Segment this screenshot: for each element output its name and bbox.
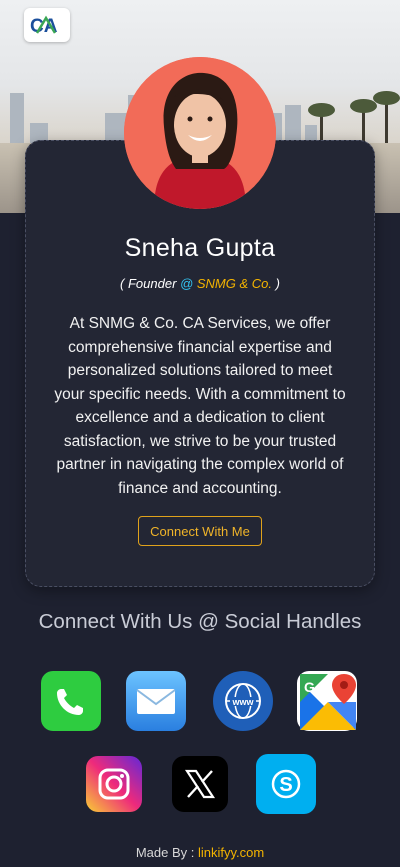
website-icon: www [225, 683, 261, 719]
role-company: SNMG & Co. [193, 276, 272, 291]
profile-bio: At SNMG & Co. CA Services, we offer comp… [54, 315, 346, 497]
profile-photo [124, 57, 276, 209]
profile-name: Sneha Gupta [124, 234, 276, 262]
maps-button[interactable]: G [297, 671, 357, 731]
mail-button[interactable] [126, 671, 186, 731]
ca-logo-icon: CA [30, 15, 58, 37]
mail-icon [136, 689, 176, 714]
website-button[interactable]: www [213, 671, 273, 731]
x-icon [184, 769, 216, 799]
role-at: @ [180, 276, 194, 291]
skype-button[interactable]: S [256, 754, 316, 814]
role-prefix: ( Founder [120, 276, 181, 291]
x-button[interactable] [172, 756, 228, 812]
svg-text:S: S [279, 774, 292, 796]
phone-icon [57, 689, 83, 715]
skype-icon: S [271, 769, 301, 799]
phone-button[interactable] [41, 671, 101, 731]
instagram-icon [98, 768, 130, 800]
maps-icon: G [300, 674, 356, 730]
instagram-button[interactable] [86, 756, 142, 812]
role-suffix: ) [271, 276, 280, 291]
footer-made-by: Made By : [135, 845, 198, 860]
svg-text:G: G [304, 679, 315, 695]
social-section-title: Connect With Us @ Social Handles [38, 610, 362, 633]
footer: Made By : linkifyy.com [0, 845, 400, 860]
footer-link[interactable]: linkifyy.com [198, 845, 264, 860]
brand-logo[interactable]: CA [24, 8, 70, 42]
connect-with-me-button[interactable]: Connect With Me [138, 516, 262, 546]
svg-text:www: www [231, 697, 254, 707]
avatar [124, 57, 276, 209]
profile-role: ( Founder @ SNMG & Co. ) [0, 276, 400, 291]
